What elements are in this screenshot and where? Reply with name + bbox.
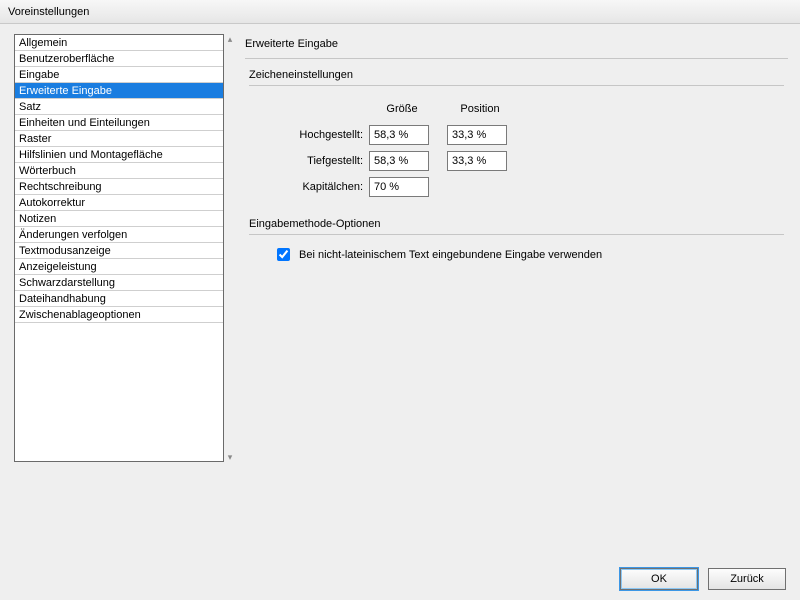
smallcaps-size-input[interactable]: [369, 177, 429, 197]
scroll-up-icon[interactable]: ▴: [225, 34, 235, 44]
superscript-label: Hochgestellt:: [273, 129, 369, 141]
sidebar-item[interactable]: Dateihandhabung: [15, 291, 223, 307]
sidebar-item[interactable]: Anzeigeleistung: [15, 259, 223, 275]
sidebar-item[interactable]: Raster: [15, 131, 223, 147]
window-title: Voreinstellungen: [0, 0, 800, 24]
subscript-label: Tiefgestellt:: [273, 155, 369, 167]
sidebar-item[interactable]: Schwarzdarstellung: [15, 275, 223, 291]
ok-button[interactable]: OK: [620, 568, 698, 590]
inline-nonlatin-label[interactable]: Bei nicht-lateinischem Text eingebundene…: [299, 249, 602, 261]
panel-title: Erweiterte Eingabe: [245, 38, 788, 50]
sidebar-item[interactable]: Satz: [15, 99, 223, 115]
sidebar-item[interactable]: Rechtschreibung: [15, 179, 223, 195]
smallcaps-label: Kapitälchen:: [273, 181, 369, 193]
sidebar-item[interactable]: Eingabe: [15, 67, 223, 83]
inline-nonlatin-checkbox[interactable]: [277, 248, 290, 261]
ime-options-legend: Eingabemethode-Optionen: [249, 218, 784, 230]
content-area: AllgemeinBenutzeroberflächeEingabeErweit…: [0, 24, 800, 558]
superscript-position-input[interactable]: [447, 125, 507, 145]
settings-panel: Erweiterte Eingabe Zeicheneinstellungen …: [245, 34, 788, 558]
sidebar-item[interactable]: Wörterbuch: [15, 163, 223, 179]
sidebar-item[interactable]: Textmodusanzeige: [15, 243, 223, 259]
sidebar-item[interactable]: Allgemein: [15, 35, 223, 51]
char-settings-legend: Zeicheneinstellungen: [249, 69, 784, 81]
ime-options-group: Eingabemethode-Optionen Bei nicht-latein…: [249, 218, 784, 264]
sidebar-item[interactable]: Hilfslinien und Montagefläche: [15, 147, 223, 163]
sidebar-item[interactable]: Benutzeroberfläche: [15, 51, 223, 67]
sidebar-item[interactable]: Einheiten und Einteilungen: [15, 115, 223, 131]
char-settings-group: Zeicheneinstellungen . Größe Position Ho…: [249, 69, 784, 200]
header-position: Position: [447, 103, 513, 115]
header-size: Größe: [369, 103, 435, 115]
sidebar-container: AllgemeinBenutzeroberflächeEingabeErweit…: [14, 34, 237, 558]
back-button[interactable]: Zurück: [708, 568, 786, 590]
superscript-size-input[interactable]: [369, 125, 429, 145]
sidebar-item[interactable]: Notizen: [15, 211, 223, 227]
sidebar-item[interactable]: Änderungen verfolgen: [15, 227, 223, 243]
sidebar-item[interactable]: Autokorrektur: [15, 195, 223, 211]
sidebar-scroll-arrows: ▴ ▾: [225, 34, 237, 462]
footer: OK Zurück: [0, 558, 800, 600]
scroll-down-icon[interactable]: ▾: [225, 452, 235, 462]
category-list[interactable]: AllgemeinBenutzeroberflächeEingabeErweit…: [14, 34, 224, 462]
sidebar-item[interactable]: Erweiterte Eingabe: [15, 83, 223, 99]
subscript-position-input[interactable]: [447, 151, 507, 171]
subscript-size-input[interactable]: [369, 151, 429, 171]
sidebar-item[interactable]: Zwischenablageoptionen: [15, 307, 223, 323]
